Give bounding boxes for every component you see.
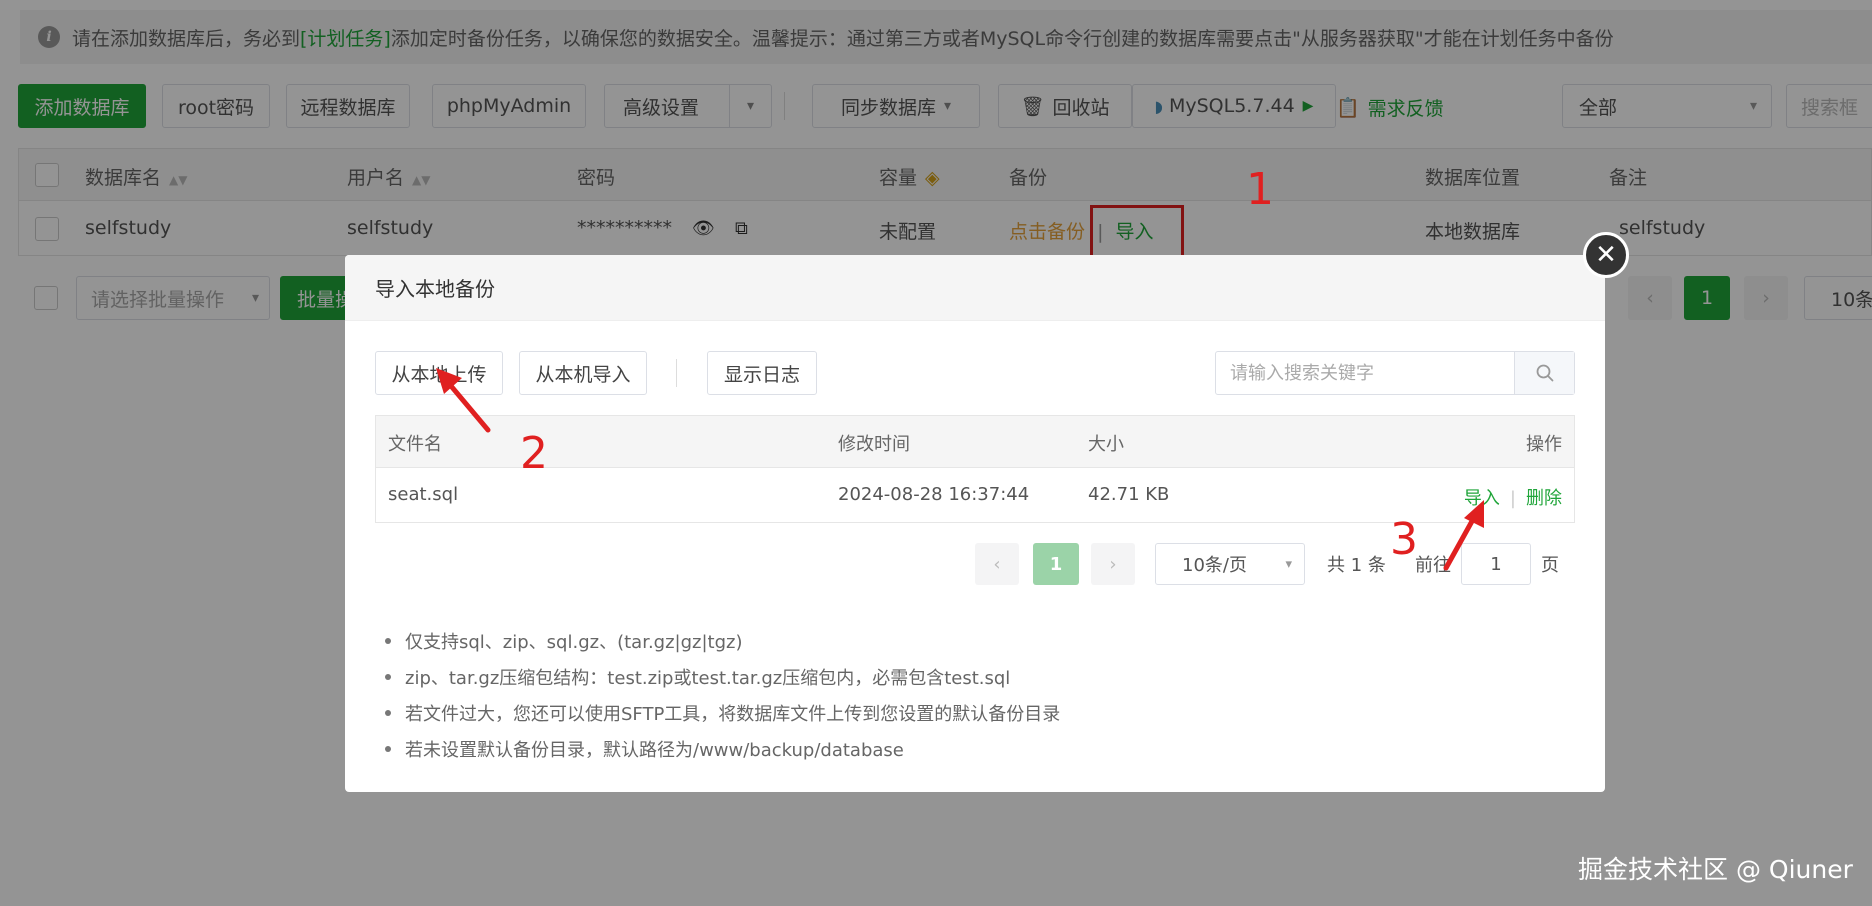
annotation-number: 1 bbox=[1246, 164, 1274, 215]
page-size-select[interactable]: 10条/页 ▾ bbox=[1155, 543, 1305, 585]
close-dialog-button[interactable]: ✕ bbox=[1583, 232, 1629, 278]
note-item: 仅支持sql、zip、sql.gz、(tar.gz|gz|tgz) bbox=[385, 623, 1060, 659]
next-page-button[interactable]: › bbox=[1091, 543, 1135, 585]
note-item: 若未设置默认备份目录，默认路径为/www/backup/database bbox=[385, 731, 1060, 767]
backup-file-table: 文件名 修改时间 大小 操作 seat.sql 2024-08-28 16:37… bbox=[375, 415, 1575, 523]
current-page[interactable]: 1 bbox=[1033, 543, 1079, 585]
import-from-machine-button[interactable]: 从本机导入 bbox=[519, 351, 647, 395]
header-mtime: 修改时间 bbox=[838, 434, 910, 455]
annotation-number: 3 bbox=[1390, 514, 1418, 565]
dialog-title: 导入本地备份 bbox=[375, 277, 495, 301]
header-size: 大小 bbox=[1088, 434, 1124, 455]
import-notes: 仅支持sql、zip、sql.gz、(tar.gz|gz|tgz) zip、ta… bbox=[385, 623, 1060, 767]
search-icon bbox=[1536, 364, 1553, 382]
delete-file-link[interactable]: 删除 bbox=[1526, 488, 1562, 509]
page-size-value: 10条/页 bbox=[1182, 555, 1247, 576]
watermark: 掘金技术社区 @ Qiuner bbox=[1578, 855, 1853, 884]
goto-label: 前往 bbox=[1415, 555, 1451, 576]
dialog-header: 导入本地备份 bbox=[345, 255, 1605, 321]
annotation-number: 2 bbox=[520, 428, 548, 479]
chevron-down-icon: ▾ bbox=[1285, 556, 1292, 572]
prev-page-button[interactable]: ‹ bbox=[975, 543, 1019, 585]
import-file-link[interactable]: 导入 bbox=[1464, 488, 1500, 509]
total-count: 共 1 条 bbox=[1327, 555, 1386, 576]
file-table-header: 文件名 修改时间 大小 操作 bbox=[376, 416, 1574, 468]
upload-local-button[interactable]: 从本地上传 bbox=[375, 351, 503, 395]
note-item: 若文件过大，您还可以使用SFTP工具，将数据库文件上传到您设置的默认备份目录 bbox=[385, 695, 1060, 731]
show-log-button[interactable]: 显示日志 bbox=[707, 351, 817, 395]
close-icon: ✕ bbox=[1595, 240, 1617, 270]
header-filename: 文件名 bbox=[388, 434, 442, 455]
cell-actions: 导入 | 删除 bbox=[1463, 488, 1562, 509]
page-suffix: 页 bbox=[1541, 555, 1559, 576]
file-search-input[interactable] bbox=[1216, 352, 1514, 394]
dialog-search bbox=[1215, 351, 1575, 395]
header-actions: 操作 bbox=[1526, 434, 1562, 455]
dialog-toolbar-divider bbox=[676, 359, 677, 387]
goto-page-input[interactable]: 1 bbox=[1461, 543, 1531, 585]
search-button[interactable] bbox=[1514, 352, 1574, 394]
cell-filename: seat.sql bbox=[388, 484, 459, 505]
cell-size: 42.71 KB bbox=[1088, 484, 1170, 505]
note-item: zip、tar.gz压缩包结构：test.zip或test.tar.gz压缩包内… bbox=[385, 659, 1060, 695]
cell-mtime: 2024-08-28 16:37:44 bbox=[838, 484, 1030, 505]
